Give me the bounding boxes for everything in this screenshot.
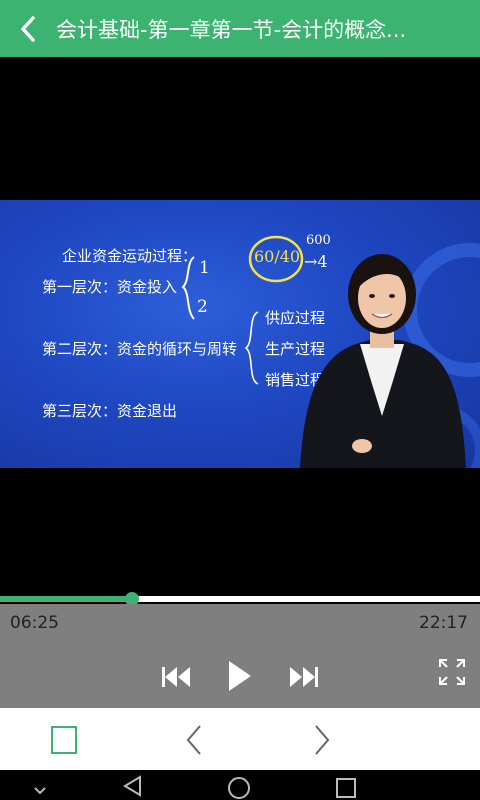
play-icon xyxy=(229,661,251,691)
crop-square-icon xyxy=(51,726,77,754)
fullscreen-button[interactable] xyxy=(436,656,468,688)
skip-next-button[interactable] xyxy=(286,662,322,692)
back-button[interactable] xyxy=(0,0,56,57)
system-home-button[interactable] xyxy=(224,772,254,800)
video-frame[interactable]: 企业资金运动过程： 第一层次：资金投入 第二层次：资金的循环与周转 第三层次：资… xyxy=(0,200,480,468)
slide-line-4: 第三层次：资金退出 xyxy=(42,402,178,420)
duration: 22:17 xyxy=(419,613,468,633)
progress-bar[interactable] xyxy=(0,592,480,606)
play-button[interactable] xyxy=(222,656,256,696)
skip-previous-icon xyxy=(162,667,190,687)
slide-line-1: 企业资金运动过程： xyxy=(62,247,198,265)
recents-square-icon xyxy=(336,778,356,798)
system-recents-button[interactable] xyxy=(332,772,360,800)
system-back-button[interactable] xyxy=(118,772,146,800)
chevron-left-icon xyxy=(21,15,35,42)
slide-line-2: 第一层次：资金投入 xyxy=(42,278,178,296)
chevron-right-icon xyxy=(315,725,330,755)
chevron-left-icon xyxy=(186,725,201,755)
page-title: 会计基础-第一章第一节-会计的概念... xyxy=(56,17,407,42)
branch-brace xyxy=(244,311,259,385)
crop-square-button[interactable] xyxy=(46,722,82,758)
skip-previous-button[interactable] xyxy=(158,662,194,692)
handwritten-1: 1 xyxy=(199,258,210,278)
handwritten-2: 2 xyxy=(197,297,208,317)
fullscreen-expand-icon xyxy=(439,659,465,685)
presenter xyxy=(300,254,466,468)
previous-button[interactable] xyxy=(178,722,210,758)
slide-line-3: 第二层次：资金的循环与周转 xyxy=(42,340,238,358)
chevron-down-icon xyxy=(34,787,46,795)
current-time: 06:25 xyxy=(10,613,59,633)
system-nav-bar xyxy=(0,770,480,800)
title-bar: 会计基础-第一章第一节-会计的概念... xyxy=(0,0,480,57)
bottom-nav xyxy=(0,708,480,770)
player-controls: 06:25 22:17 xyxy=(0,604,480,708)
progress-played xyxy=(0,596,132,602)
system-collapse-button[interactable] xyxy=(28,776,52,800)
skip-next-icon xyxy=(290,667,318,687)
back-triangle-icon xyxy=(123,775,141,797)
video-player[interactable]: 企业资金运动过程： 第一层次：资金投入 第二层次：资金的循环与周转 第三层次：资… xyxy=(0,57,480,594)
next-button[interactable] xyxy=(306,722,338,758)
home-circle-icon xyxy=(228,777,250,799)
